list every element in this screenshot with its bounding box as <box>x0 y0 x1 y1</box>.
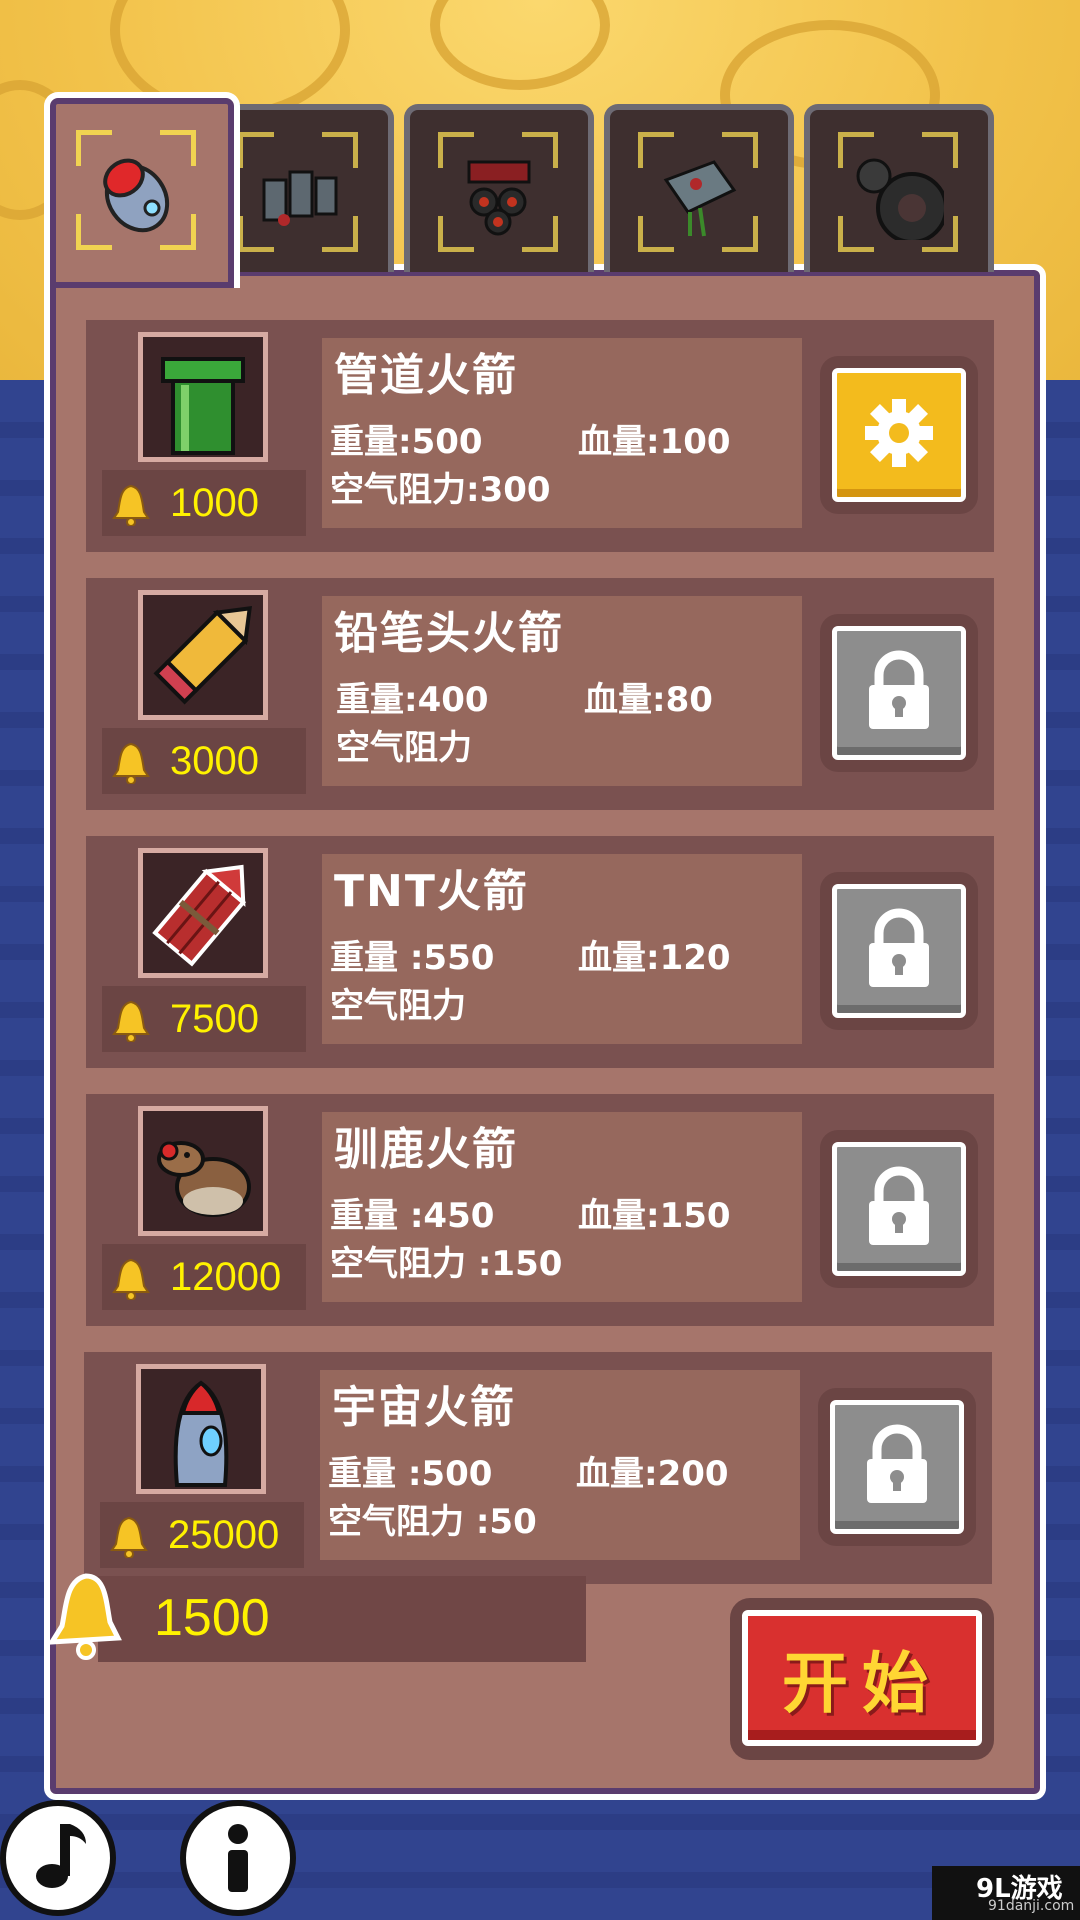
bell-icon <box>47 1573 122 1660</box>
rocket-hp: 血量:200 <box>576 1454 729 1494</box>
bell-icon <box>112 1000 150 1042</box>
cogwheel-icon <box>856 158 944 240</box>
pencil-rocket-icon <box>153 606 252 705</box>
rocket-name: 铅笔头火箭 <box>334 608 564 659</box>
tab-rocket[interactable] <box>44 92 240 288</box>
reindeer-rocket-icon <box>157 1141 251 1217</box>
price-tag: 12000 <box>102 1244 306 1310</box>
rocket-row-reindeer: 12000 驯鹿火箭 重量 :450 血量:150 空气阻力 :150 <box>86 1094 994 1326</box>
rocket-thumbnail <box>138 332 268 462</box>
rocket-info: 铅笔头火箭 重量:400 血量:80 空气阻力 <box>322 596 802 786</box>
coin-balance-value: 1500 <box>154 1589 270 1647</box>
watermark-url: 91danji.com <box>988 1898 1075 1914</box>
space-rocket-icon <box>173 1380 229 1487</box>
rocket-weight: 重量 :450 <box>330 1196 495 1236</box>
info-icon <box>228 1824 248 1892</box>
lock-icon <box>869 650 929 729</box>
rocket-row-pipe: 1000 管道火箭 重量:500 血量:100 空气阻力:300 <box>86 320 994 552</box>
rocket-icon <box>103 158 170 233</box>
tnt-rocket-icon <box>152 864 247 967</box>
bell-icon <box>112 1258 150 1300</box>
thruster-icon <box>467 160 531 236</box>
launcher-icon <box>663 160 737 237</box>
pipe-rocket-icon <box>161 357 245 455</box>
start-button[interactable]: 开始 <box>742 1610 982 1746</box>
rocket-thumbnail <box>138 1106 268 1236</box>
price-tag: 1000 <box>102 470 306 536</box>
crater <box>430 0 610 90</box>
price-value: 12000 <box>170 1255 282 1299</box>
rocket-name: 宇宙火箭 <box>332 1382 516 1433</box>
rocket-weight: 重量:400 <box>336 680 489 720</box>
price-value: 3000 <box>170 739 259 783</box>
rocket-info: 管道火箭 重量:500 血量:100 空气阻力:300 <box>322 338 802 528</box>
rocket-thumbnail <box>136 1364 266 1494</box>
rocket-weight: 重量:500 <box>330 422 483 462</box>
unlock-button[interactable] <box>830 1400 964 1534</box>
rocket-drag: 空气阻力 :150 <box>330 1244 563 1284</box>
action-button-box <box>820 872 978 1030</box>
rocket-row-pencil: 3000 铅笔头火箭 重量:400 血量:80 空气阻力 <box>86 578 994 810</box>
bell-icon <box>112 742 150 784</box>
price-tag: 25000 <box>100 1502 304 1568</box>
rocket-drag: 空气阻力 <box>336 728 472 768</box>
watermark: 9L游戏 91danji.com <box>932 1866 1080 1920</box>
rocket-row-space: 25000 宇宙火箭 重量 :500 血量:200 空气阻力 :50 <box>84 1352 992 1584</box>
rocket-drag: 空气阻力 <box>330 986 466 1026</box>
engine-icon <box>262 170 338 226</box>
start-button-box: 开始 <box>730 1598 994 1760</box>
rocket-info: 宇宙火箭 重量 :500 血量:200 空气阻力 :50 <box>320 1370 800 1560</box>
tab-thruster[interactable] <box>404 104 594 272</box>
rocket-hp: 血量:80 <box>584 680 713 720</box>
price-tag: 7500 <box>102 986 306 1052</box>
action-button-box <box>820 1130 978 1288</box>
action-button-box <box>820 356 978 514</box>
rocket-thumbnail <box>138 590 268 720</box>
music-button[interactable] <box>0 1800 116 1916</box>
start-button-label: 开始 <box>782 1645 942 1722</box>
rocket-hp: 血量:150 <box>578 1196 731 1236</box>
price-value: 7500 <box>170 997 259 1041</box>
price-value: 1000 <box>170 481 259 525</box>
info-button[interactable] <box>180 1800 296 1916</box>
unlock-button[interactable] <box>832 626 966 760</box>
rocket-weight: 重量 :500 <box>328 1454 493 1494</box>
lock-icon <box>869 908 929 987</box>
rocket-thumbnail <box>138 848 268 978</box>
action-button-box <box>818 1388 976 1546</box>
gear-icon <box>865 399 933 467</box>
rocket-hp: 血量:120 <box>578 938 731 978</box>
rocket-name: TNT火箭 <box>334 866 529 917</box>
unlock-button[interactable] <box>832 884 966 1018</box>
tab-launcher[interactable] <box>604 104 794 272</box>
rocket-hp: 血量:100 <box>578 422 731 462</box>
tab-gear[interactable] <box>804 104 994 272</box>
action-button-box <box>820 614 978 772</box>
bell-icon <box>110 1516 148 1558</box>
price-value: 25000 <box>168 1513 280 1557</box>
rocket-info: 驯鹿火箭 重量 :450 血量:150 空气阻力 :150 <box>322 1112 802 1302</box>
rocket-row-tnt: 7500 TNT火箭 重量 :550 血量:120 空气阻力 <box>86 836 994 1068</box>
coin-balance: 1500 <box>44 1568 586 1686</box>
lock-icon <box>867 1424 927 1503</box>
rocket-name: 驯鹿火箭 <box>334 1124 518 1175</box>
rocket-drag: 空气阻力:300 <box>330 470 551 510</box>
equip-settings-button[interactable] <box>832 368 966 502</box>
price-tag: 3000 <box>102 728 306 794</box>
bell-icon <box>112 484 150 526</box>
rocket-info: TNT火箭 重量 :550 血量:120 空气阻力 <box>322 854 802 1044</box>
lock-icon <box>869 1166 929 1245</box>
rocket-weight: 重量 :550 <box>330 938 495 978</box>
rocket-name: 管道火箭 <box>334 350 518 401</box>
rocket-drag: 空气阻力 :50 <box>328 1502 537 1542</box>
unlock-button[interactable] <box>832 1142 966 1276</box>
music-note-icon <box>36 1824 86 1888</box>
